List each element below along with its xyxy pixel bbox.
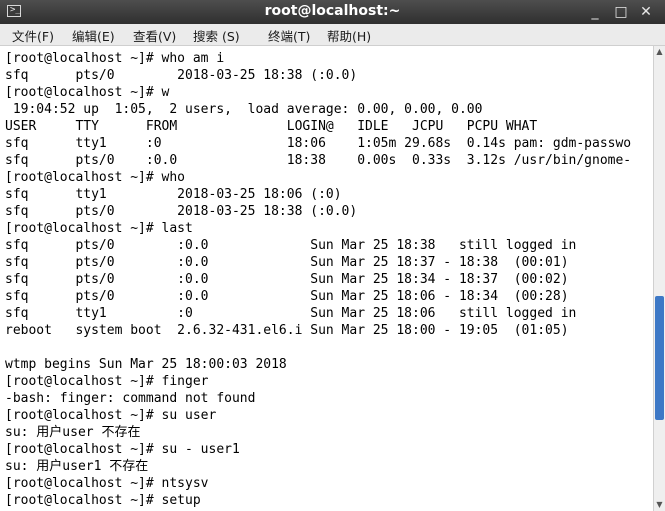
terminal-line: [root@localhost ~]# su - user1 bbox=[5, 442, 240, 457]
minimize-button[interactable]: _ bbox=[586, 3, 604, 21]
menu-bar: 文件(F) 编辑(E) 查看(V) 搜索 (S) 终端(T) 帮助(H) bbox=[0, 24, 665, 46]
terminal-text: [root@localhost ~]# who am i sfq pts/0 20… bbox=[0, 46, 653, 509]
terminal-line: -bash: finger: command not found bbox=[5, 391, 256, 406]
menu-edit[interactable]: 编辑(E) bbox=[72, 26, 115, 45]
terminal-line: [root@localhost ~]# setup bbox=[5, 493, 201, 508]
scroll-down-icon[interactable]: ▼ bbox=[654, 499, 665, 511]
window-title: root@localhost:~ bbox=[264, 3, 401, 19]
terminal-line: USER TTY FROM LOGIN@ IDLE JCPU PCPU WHAT bbox=[5, 119, 538, 134]
terminal-line: [root@localhost ~]# su user bbox=[5, 408, 217, 423]
terminal-line: [root@localhost ~]# who bbox=[5, 170, 186, 185]
terminal-line: su: 用户user1 不存在 bbox=[5, 459, 149, 474]
title-bar[interactable]: >_ root@localhost:~ _ □ ✕ bbox=[0, 0, 665, 24]
terminal-line: [root@localhost ~]# finger bbox=[5, 374, 209, 389]
terminal-line: sfq tty1 2018-03-25 18:06 (:0) bbox=[5, 187, 342, 202]
terminal-line: reboot system boot 2.6.32-431.el6.i Sun … bbox=[5, 323, 569, 338]
close-button[interactable]: ✕ bbox=[637, 3, 655, 21]
terminal-line: sfq pts/0 :0.0 Sun Mar 25 18:37 - 18:38 … bbox=[5, 255, 569, 270]
menu-help[interactable]: 帮助(H) bbox=[327, 26, 371, 45]
vertical-scrollbar[interactable]: ▲ ▼ bbox=[653, 46, 665, 511]
scrollbar-thumb[interactable] bbox=[655, 295, 664, 420]
terminal-line: sfq tty1 :0 18:06 1:05m 29.68s 0.14s pam… bbox=[5, 136, 632, 151]
terminal-line: sfq pts/0 :0.0 Sun Mar 25 18:06 - 18:34 … bbox=[5, 289, 569, 304]
terminal-line: su: 用户user 不存在 bbox=[5, 425, 141, 440]
scroll-up-icon[interactable]: ▲ bbox=[654, 46, 665, 58]
terminal-output[interactable]: [root@localhost ~]# who am i sfq pts/0 20… bbox=[0, 46, 653, 511]
menu-view[interactable]: 查看(V) bbox=[133, 26, 176, 45]
menu-search[interactable]: 搜索 (S) bbox=[193, 26, 240, 45]
terminal-line: [root@localhost ~]# w bbox=[5, 85, 170, 100]
terminal-line: wtmp begins Sun Mar 25 18:00:03 2018 bbox=[5, 357, 287, 372]
terminal-line: sfq pts/0 2018-03-25 18:38 (:0.0) bbox=[5, 68, 358, 83]
menu-file[interactable]: 文件(F) bbox=[12, 26, 54, 45]
menu-terminal[interactable]: 终端(T) bbox=[268, 26, 310, 45]
terminal-line: sfq pts/0 :0.0 Sun Mar 25 18:34 - 18:37 … bbox=[5, 272, 569, 287]
terminal-line: sfq pts/0 2018-03-25 18:38 (:0.0) bbox=[5, 204, 358, 219]
terminal-line: sfq pts/0 :0.0 18:38 0.00s 0.33s 3.12s /… bbox=[5, 153, 632, 168]
maximize-button[interactable]: □ bbox=[612, 3, 630, 21]
terminal-line: [root@localhost ~]# who am i bbox=[5, 51, 225, 66]
terminal-line: [root@localhost ~]# ntsysv bbox=[5, 476, 209, 491]
terminal-line: sfq tty1 :0 Sun Mar 25 18:06 still logge… bbox=[5, 306, 577, 321]
terminal-line: [root@localhost ~]# last bbox=[5, 221, 193, 236]
terminal-window: >_ root@localhost:~ _ □ ✕ 文件(F) 编辑(E) 查看… bbox=[0, 0, 665, 511]
terminal-line: sfq pts/0 :0.0 Sun Mar 25 18:38 still lo… bbox=[5, 238, 577, 253]
terminal-line: 19:04:52 up 1:05, 2 users, load average:… bbox=[5, 102, 483, 117]
